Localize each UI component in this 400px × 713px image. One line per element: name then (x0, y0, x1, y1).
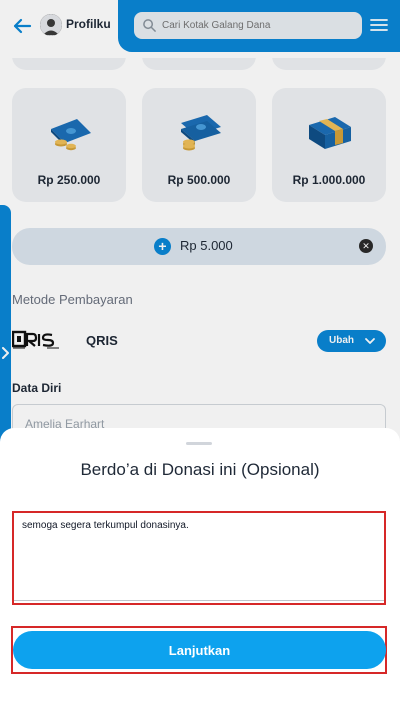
prayer-textarea[interactable]: semoga segera terkumpul donasinya. (14, 513, 384, 603)
sheet-drag-handle[interactable] (186, 442, 212, 445)
sheet-title: Berdo’a di Donasi ini (Opsional) (80, 460, 320, 479)
submit-button-container: Lanjutkan (11, 626, 387, 674)
input-underline (14, 600, 384, 601)
continue-button[interactable]: Lanjutkan (13, 631, 386, 669)
prayer-bottom-sheet: Berdo’a di Donasi ini (Opsional) semoga … (0, 428, 400, 713)
prayer-input-container: semoga segera terkumpul donasinya. (12, 511, 386, 605)
